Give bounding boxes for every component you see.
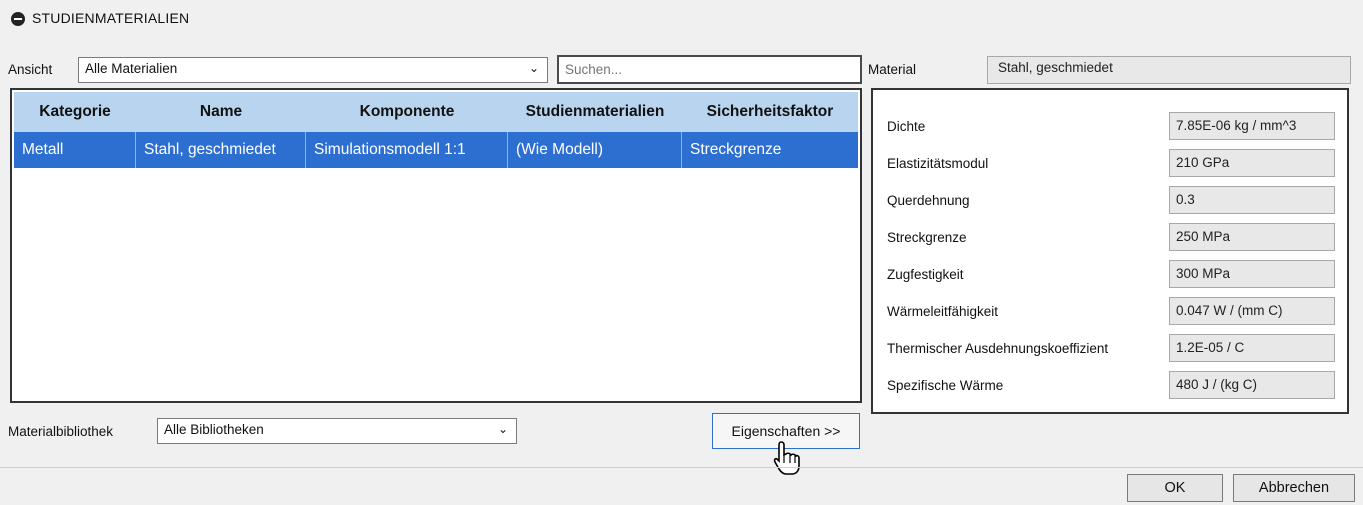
- library-select[interactable]: Alle Bibliotheken ⌄: [157, 418, 517, 444]
- property-label: Wärmeleitfähigkeit: [887, 304, 999, 319]
- property-value: 7.85E-06 kg / mm^3: [1169, 112, 1335, 140]
- cell-name[interactable]: Stahl, geschmiedet: [136, 132, 306, 168]
- cell-sicherheitsfaktor[interactable]: Streckgrenze: [682, 132, 858, 168]
- view-select[interactable]: Alle Materialien ⌄: [78, 57, 548, 83]
- collapse-minus-icon[interactable]: [11, 12, 25, 26]
- property-value: 250 MPa: [1169, 223, 1335, 251]
- property-value: 1.2E-05 / C: [1169, 334, 1335, 362]
- panel-title: STUDIENMATERIALIEN: [32, 10, 190, 26]
- view-select-value: Alle Materialien: [85, 61, 178, 76]
- property-label: Zugfestigkeit: [887, 267, 964, 282]
- property-label: Elastizitätsmodul: [887, 156, 989, 171]
- property-label: Dichte: [887, 119, 926, 134]
- view-label: Ansicht: [8, 62, 53, 77]
- materials-table: Kategorie Name Komponente Studienmateria…: [10, 88, 862, 403]
- property-value: 480 J / (kg C): [1169, 371, 1335, 399]
- property-label: Streckgrenze: [887, 230, 967, 245]
- library-select-value: Alle Bibliotheken: [164, 422, 264, 437]
- property-label: Querdehnung: [887, 193, 970, 208]
- table-row[interactable]: Metall Stahl, geschmiedet Simulationsmod…: [14, 132, 858, 168]
- column-header-kategorie[interactable]: Kategorie: [14, 92, 136, 132]
- material-value: Stahl, geschmiedet: [987, 56, 1351, 84]
- ok-button[interactable]: OK: [1127, 474, 1223, 502]
- chevron-down-icon: ⌄: [528, 61, 539, 75]
- search-input[interactable]: [557, 55, 862, 84]
- material-label: Material: [868, 62, 917, 77]
- panel-header: [0, 0, 1363, 38]
- column-header-studienmaterialien[interactable]: Studienmaterialien: [508, 92, 682, 132]
- library-label: Materialbibliothek: [8, 424, 114, 439]
- hand-cursor-icon: [773, 441, 800, 475]
- property-value: 0.047 W / (mm C): [1169, 297, 1335, 325]
- material-properties-panel: Dichte 7.85E-06 kg / mm^3 Elastizitätsmo…: [871, 88, 1349, 414]
- cell-komponente[interactable]: Simulationsmodell 1:1: [306, 132, 508, 168]
- cell-kategorie[interactable]: Metall: [14, 132, 136, 168]
- cancel-button[interactable]: Abbrechen: [1233, 474, 1355, 502]
- column-header-sicherheitsfaktor[interactable]: Sicherheitsfaktor: [682, 92, 858, 132]
- property-value: 210 GPa: [1169, 149, 1335, 177]
- table-header: Kategorie Name Komponente Studienmateria…: [14, 92, 858, 132]
- property-label: Thermischer Ausdehnungskoeffizient: [887, 341, 1109, 356]
- footer-divider: [0, 467, 1363, 468]
- property-value: 300 MPa: [1169, 260, 1335, 288]
- chevron-down-icon: ⌄: [497, 422, 508, 436]
- cell-studienmaterialien[interactable]: (Wie Modell): [508, 132, 682, 168]
- column-header-name[interactable]: Name: [136, 92, 306, 132]
- property-label: Spezifische Wärme: [887, 378, 1004, 393]
- column-header-komponente[interactable]: Komponente: [306, 92, 508, 132]
- property-value: 0.3: [1169, 186, 1335, 214]
